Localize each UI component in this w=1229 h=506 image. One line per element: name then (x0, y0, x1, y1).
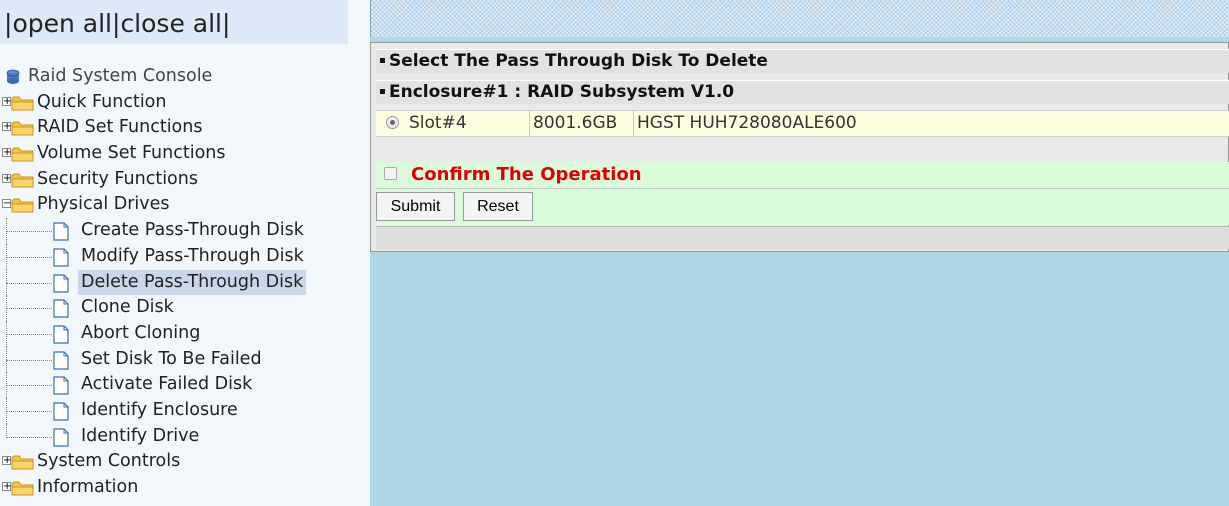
tree-connector (6, 359, 52, 361)
tree-category-label: Information (37, 477, 139, 497)
plus-icon[interactable]: + (2, 456, 11, 466)
tree-category[interactable]: + System Controls (0, 449, 370, 475)
tree-root[interactable]: Raid System Console (0, 64, 370, 90)
document-icon (53, 428, 69, 447)
enclosure-header-text: Enclosure#1 : RAID Subsystem V1.0 (389, 82, 735, 102)
tree-connector (6, 333, 52, 335)
tree-connector (6, 385, 52, 387)
delete-pass-through-form: Select The Pass Through Disk To Delete E… (370, 42, 1229, 252)
navigation-tree: Raid System Console + Quick Function + RAID… (0, 64, 370, 501)
tree-category-label: Physical Drives (37, 194, 170, 215)
tree-item[interactable]: Create Pass-Through Disk (0, 218, 370, 244)
tree-item[interactable]: Modify Pass-Through Disk (0, 243, 370, 270)
folder-icon (11, 198, 34, 213)
tree-item-label: Abort Cloning (81, 322, 201, 343)
bullet-icon (380, 88, 385, 94)
plus-icon[interactable]: + (2, 482, 11, 492)
bullet-icon (380, 57, 385, 63)
console-icon (6, 69, 20, 84)
button-row: Submit Reset (376, 188, 1229, 225)
reset-button[interactable]: Reset (463, 192, 533, 221)
tree-category[interactable]: + Information (0, 475, 370, 501)
tree-item-label: Create Pass-Through Disk (81, 220, 304, 241)
enclosure-header: Enclosure#1 : RAID Subsystem V1.0 (376, 80, 1229, 104)
tree-item-label: Delete Pass-Through Disk (78, 269, 307, 296)
tree-category-label: Volume Set Functions (37, 143, 226, 164)
tree-root-label: Raid System Console (28, 66, 213, 86)
plus-icon[interactable]: + (2, 96, 11, 106)
plus-icon[interactable]: + (2, 122, 11, 132)
tree-connector (6, 256, 52, 258)
folder-icon (11, 96, 34, 111)
document-icon (53, 376, 69, 395)
document-icon (53, 299, 69, 318)
disk-row[interactable]: Slot#4 8001.6GB HGST HUH728080ALE600 (376, 110, 1229, 137)
minus-icon[interactable]: − (2, 199, 11, 209)
confirm-row: Confirm The Operation (376, 162, 1229, 188)
separator: | (222, 9, 231, 38)
folder-icon (11, 173, 34, 188)
folder-icon (11, 481, 34, 496)
document-icon (53, 325, 69, 344)
folder-icon (11, 147, 34, 162)
tree-category-label: System Controls (37, 451, 181, 472)
disk-slot: Slot#4 (409, 113, 467, 133)
tree-item[interactable]: Clone Disk (0, 295, 370, 321)
tree-category-label: Security Functions (37, 168, 198, 189)
confirm-label[interactable]: Confirm The Operation (411, 162, 642, 188)
tree-item[interactable]: Set Disk To Be Failed (0, 346, 370, 373)
form-title: Select The Pass Through Disk To Delete (376, 49, 1229, 73)
tree-connector (6, 282, 52, 284)
form-footer (376, 226, 1229, 249)
confirm-checkbox[interactable] (384, 167, 397, 180)
tree-connector (6, 423, 7, 438)
document-icon (53, 402, 69, 421)
tree-item-label: Activate Failed Disk (81, 374, 253, 395)
tree-item[interactable]: Activate Failed Disk (0, 372, 370, 398)
tree-item-label: Identify Enclosure (81, 399, 238, 420)
tree-category-label: Quick Function (37, 91, 167, 112)
tree-item-label: Clone Disk (81, 297, 174, 318)
tree-connector (6, 410, 52, 412)
tree-category-label: RAID Set Functions (37, 117, 203, 138)
open-close-links: |open all|close all| (4, 9, 230, 39)
navigation-frame: |open all|close all| Raid System Console… (0, 0, 370, 506)
close-all-link[interactable]: close all (120, 9, 222, 38)
document-icon (53, 350, 69, 370)
open-close-bar: |open all|close all| (0, 0, 348, 44)
tree-item[interactable]: Identify Drive (0, 423, 370, 450)
tree-category[interactable]: + Volume Set Functions (0, 141, 370, 167)
plus-icon[interactable]: + (2, 148, 11, 158)
folder-icon (11, 455, 34, 470)
tree-item[interactable]: Abort Cloning (0, 320, 370, 347)
open-all-link[interactable]: open all (12, 9, 112, 38)
tree-connector (6, 436, 52, 438)
document-icon (53, 273, 69, 293)
tree-category[interactable]: + Quick Function (0, 90, 370, 116)
tree-connector (6, 231, 52, 233)
submit-button[interactable]: Submit (376, 192, 455, 221)
tree-category[interactable]: + RAID Set Functions (0, 115, 370, 141)
disk-model: HGST HUH728080ALE600 (633, 111, 1229, 136)
tree-item-label: Set Disk To Be Failed (81, 348, 262, 369)
header-pattern (370, 0, 1229, 37)
tree-category[interactable]: − Physical Drives (0, 192, 370, 218)
folder-icon (11, 121, 34, 136)
tree-item-label: Modify Pass-Through Disk (81, 245, 304, 266)
tree-item[interactable]: Delete Pass-Through Disk (0, 269, 370, 296)
document-icon (53, 248, 69, 267)
tree-item-label: Identify Drive (81, 425, 200, 446)
disk-radio[interactable] (386, 116, 399, 129)
tree-connector (6, 308, 52, 310)
document-icon (53, 222, 69, 241)
content-frame: Select The Pass Through Disk To Delete E… (370, 0, 1229, 506)
plus-icon[interactable]: + (2, 173, 11, 183)
disk-capacity: 8001.6GB (529, 111, 631, 136)
form-title-text: Select The Pass Through Disk To Delete (389, 51, 768, 71)
tree-item[interactable]: Identify Enclosure (0, 397, 370, 424)
tree-category[interactable]: + Security Functions (0, 167, 370, 193)
